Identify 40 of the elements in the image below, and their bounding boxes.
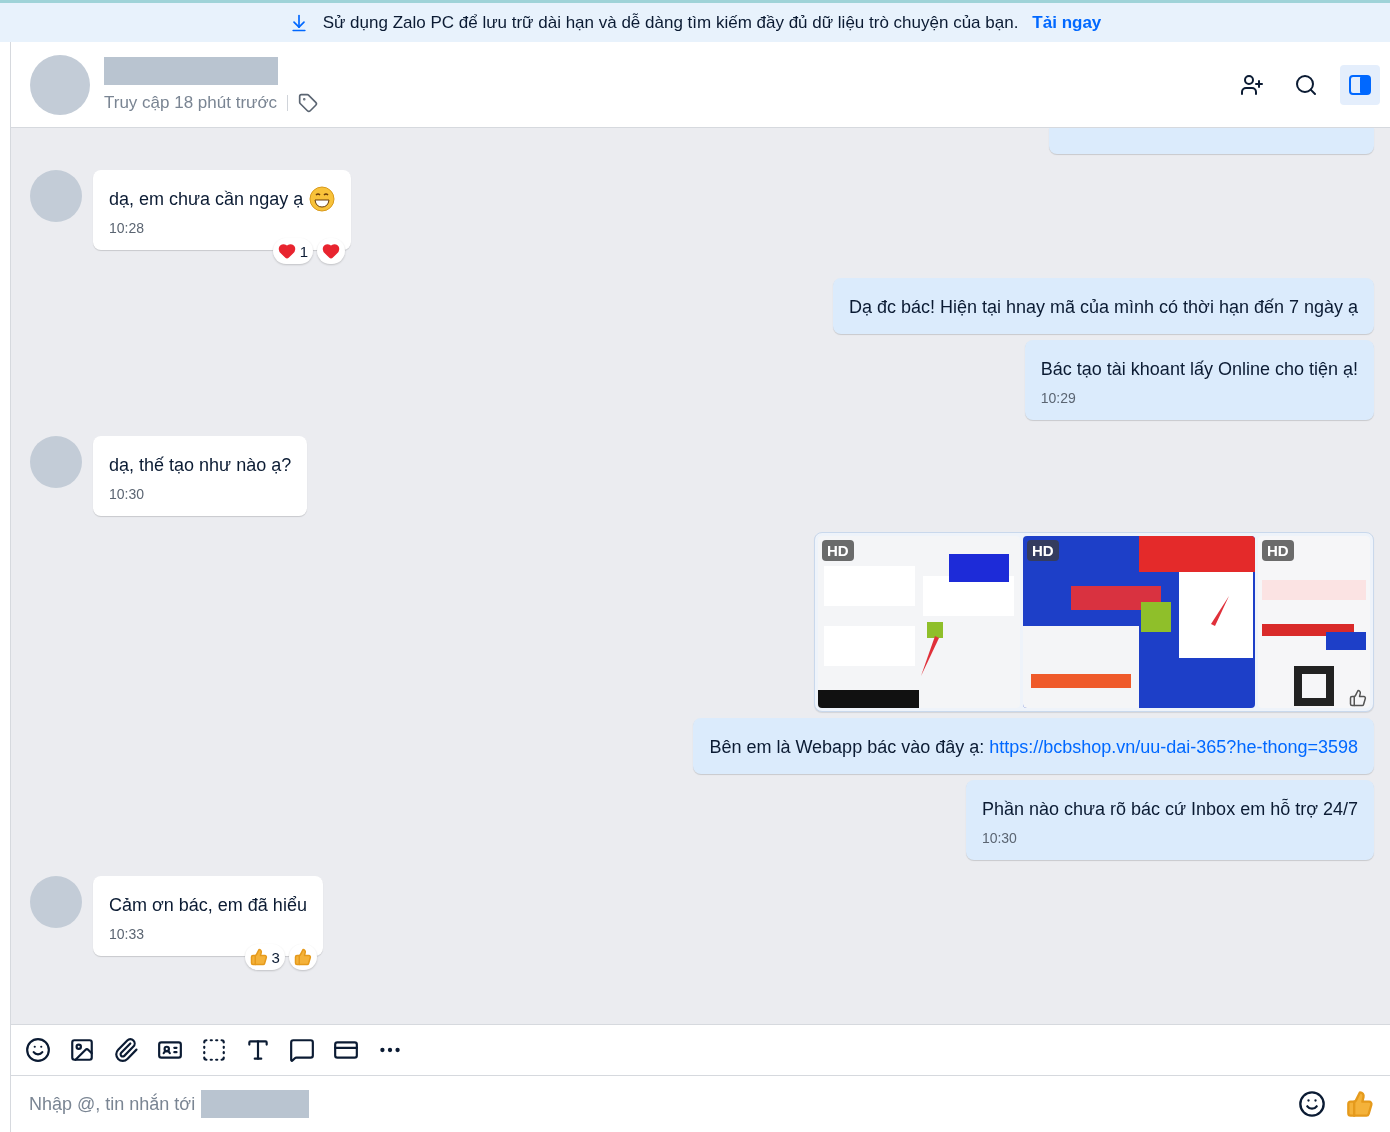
message-time: 10:30: [109, 486, 146, 502]
message-link[interactable]: https://bcbshop.vn/uu-dai-365?he-thong=3598: [989, 737, 1358, 757]
message-text: dạ, thế tạo như nào ạ?: [109, 454, 292, 477]
hd-badge: HD: [822, 540, 854, 561]
message-time: 10:28: [109, 220, 146, 236]
hd-badge: HD: [1027, 540, 1059, 561]
reaction-count: 3: [271, 948, 280, 966]
banner-text: Sử dụng Zalo PC để lưu trữ dài hạn và dễ dàng tìm kiếm đầy đủ dữ liệu trò chuyện của bạn.: [322, 12, 1019, 33]
thumbs-up-icon: [249, 948, 268, 966]
image-icon[interactable]: [69, 1037, 95, 1063]
hd-badge: HD: [1262, 540, 1294, 561]
reaction-chip[interactable]: 1: [272, 238, 314, 264]
message-text: Phần nào chưa rõ bác cứ Inbox em hỗ trợ 24/7: [981, 797, 1358, 821]
reaction-chip[interactable]: 3: [244, 944, 285, 970]
text-format-icon[interactable]: [245, 1037, 271, 1063]
message-time: 10:33: [109, 926, 146, 942]
heart-icon: [277, 242, 296, 260]
side-panel-icon: [1348, 72, 1372, 97]
side-panel-button[interactable]: [1340, 64, 1380, 105]
message-text: Bên em là Webapp bác vào đây ạ: https://bcbshop.vn/uu-dai-365?he-thong=3598: [709, 736, 1358, 759]
thumbs-up-icon[interactable]: [1346, 1090, 1374, 1118]
reaction-chip[interactable]: [317, 238, 346, 264]
message-time: 10:29: [1040, 390, 1077, 406]
tag-icon[interactable]: [298, 92, 319, 113]
message-time: 10:30: [981, 830, 1018, 846]
message-text: dạ, em chưa cần ngay ạ: [109, 188, 304, 211]
like-icon[interactable]: [1349, 689, 1367, 707]
message-text: Cảm ơn bác, em đã hiểu: [109, 894, 307, 917]
input-placeholder: Nhập @, tin nhắn tới: [29, 1093, 196, 1115]
download-link[interactable]: Tải ngay: [1032, 12, 1102, 33]
emoji-icon[interactable]: [1298, 1090, 1326, 1118]
message-text: Dạ đc bác! Hiện tại hnay mã của mình có thời hạn đến 7 ngày ạ: [848, 296, 1358, 319]
search-icon: [1294, 72, 1318, 97]
thumbs-up-icon: [293, 948, 312, 966]
paperclip-icon[interactable]: [113, 1037, 139, 1063]
heart-icon: [322, 242, 341, 260]
add-user-icon: [1240, 72, 1264, 97]
message-text: Bác tạo tài khoant lấy Online cho tiện ạ!: [1040, 358, 1358, 381]
last-seen-status: Truy cập 18 phút trước: [104, 92, 278, 113]
reaction-count: 1: [299, 242, 309, 260]
